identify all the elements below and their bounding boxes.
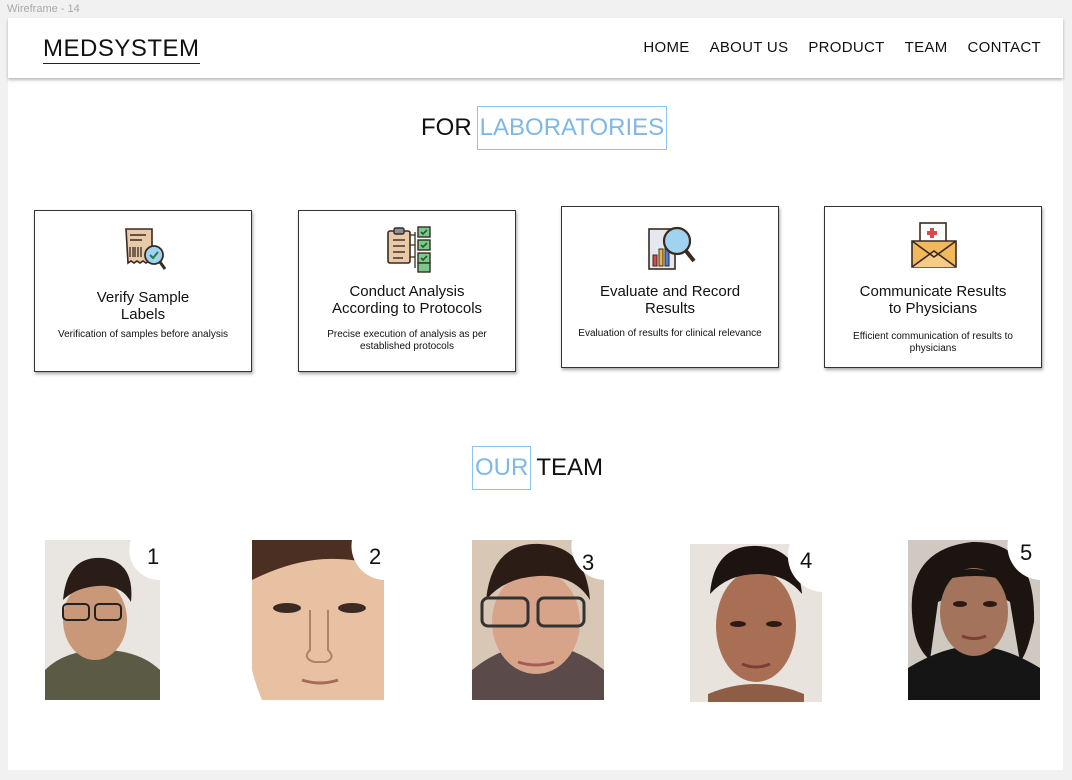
nav-home[interactable]: HOME bbox=[643, 39, 689, 56]
team-member-2[interactable]: 2 bbox=[252, 540, 384, 700]
labs-section-title: FOR LABORATORIES bbox=[421, 106, 668, 150]
team-member-5[interactable]: 5 bbox=[908, 540, 1040, 700]
member-number: 5 bbox=[1020, 540, 1033, 565]
labs-title-prefix: FOR bbox=[421, 114, 472, 141]
nav-contact[interactable]: CONTACT bbox=[968, 39, 1041, 56]
bar-chart-magnifier-icon bbox=[648, 226, 696, 270]
main-nav: HOME ABOUT US PRODUCT TEAM CONTACT bbox=[643, 39, 1041, 56]
service-card-analysis[interactable]: Conduct Analysis According to Protocols … bbox=[298, 210, 516, 372]
card-title: Communicate Results to Physicians bbox=[859, 283, 1007, 317]
team-member-4[interactable]: 4 bbox=[690, 544, 822, 702]
nav-product[interactable]: PRODUCT bbox=[808, 39, 884, 56]
card-title: Verify Sample Labels bbox=[96, 289, 190, 323]
brand-logo[interactable]: MEDSYSTEM bbox=[43, 36, 200, 64]
avatar bbox=[45, 540, 160, 700]
service-card-evaluate[interactable]: Evaluate and Record Results Evaluation o… bbox=[561, 206, 779, 368]
card-description: Efficient communication of results to ph… bbox=[853, 331, 1013, 354]
page-canvas: MEDSYSTEM HOME ABOUT US PRODUCT TEAM CON… bbox=[8, 18, 1063, 770]
service-card-verify[interactable]: Verify Sample Labels Verification of sam… bbox=[34, 210, 252, 372]
nav-about-us[interactable]: ABOUT US bbox=[710, 39, 789, 56]
service-card-communicate[interactable]: Communicate Results to Physicians Effici… bbox=[824, 206, 1042, 368]
card-description: Evaluation of results for clinical relev… bbox=[578, 328, 762, 339]
team-member-3[interactable]: 3 bbox=[472, 540, 604, 700]
member-number: 2 bbox=[369, 544, 382, 569]
member-number: 1 bbox=[147, 544, 160, 569]
receipt-barcode-magnifier-icon bbox=[125, 228, 167, 270]
frame-label: Wireframe - 14 bbox=[7, 3, 80, 15]
labs-title-highlight: LABORATORIES bbox=[476, 106, 668, 150]
medical-envelope-icon bbox=[911, 222, 957, 268]
team-member-1[interactable]: 1 bbox=[45, 540, 160, 700]
card-description: Precise execution of analysis as per est… bbox=[327, 329, 487, 352]
team-title-suffix: TEAM bbox=[536, 454, 604, 481]
card-title: Conduct Analysis According to Protocols bbox=[331, 283, 483, 317]
member-number: 4 bbox=[800, 548, 813, 573]
member-number: 3 bbox=[582, 550, 595, 575]
avatar bbox=[252, 540, 384, 700]
nav-team[interactable]: TEAM bbox=[905, 39, 948, 56]
clipboard-checklist-icon bbox=[387, 226, 431, 273]
site-header: MEDSYSTEM HOME ABOUT US PRODUCT TEAM CON… bbox=[8, 18, 1063, 78]
team-title-highlight: OUR bbox=[472, 446, 532, 490]
card-title: Evaluate and Record Results bbox=[599, 283, 741, 317]
team-section-title: OUR TEAM bbox=[472, 446, 603, 490]
card-description: Verification of samples before analysis bbox=[57, 329, 229, 340]
